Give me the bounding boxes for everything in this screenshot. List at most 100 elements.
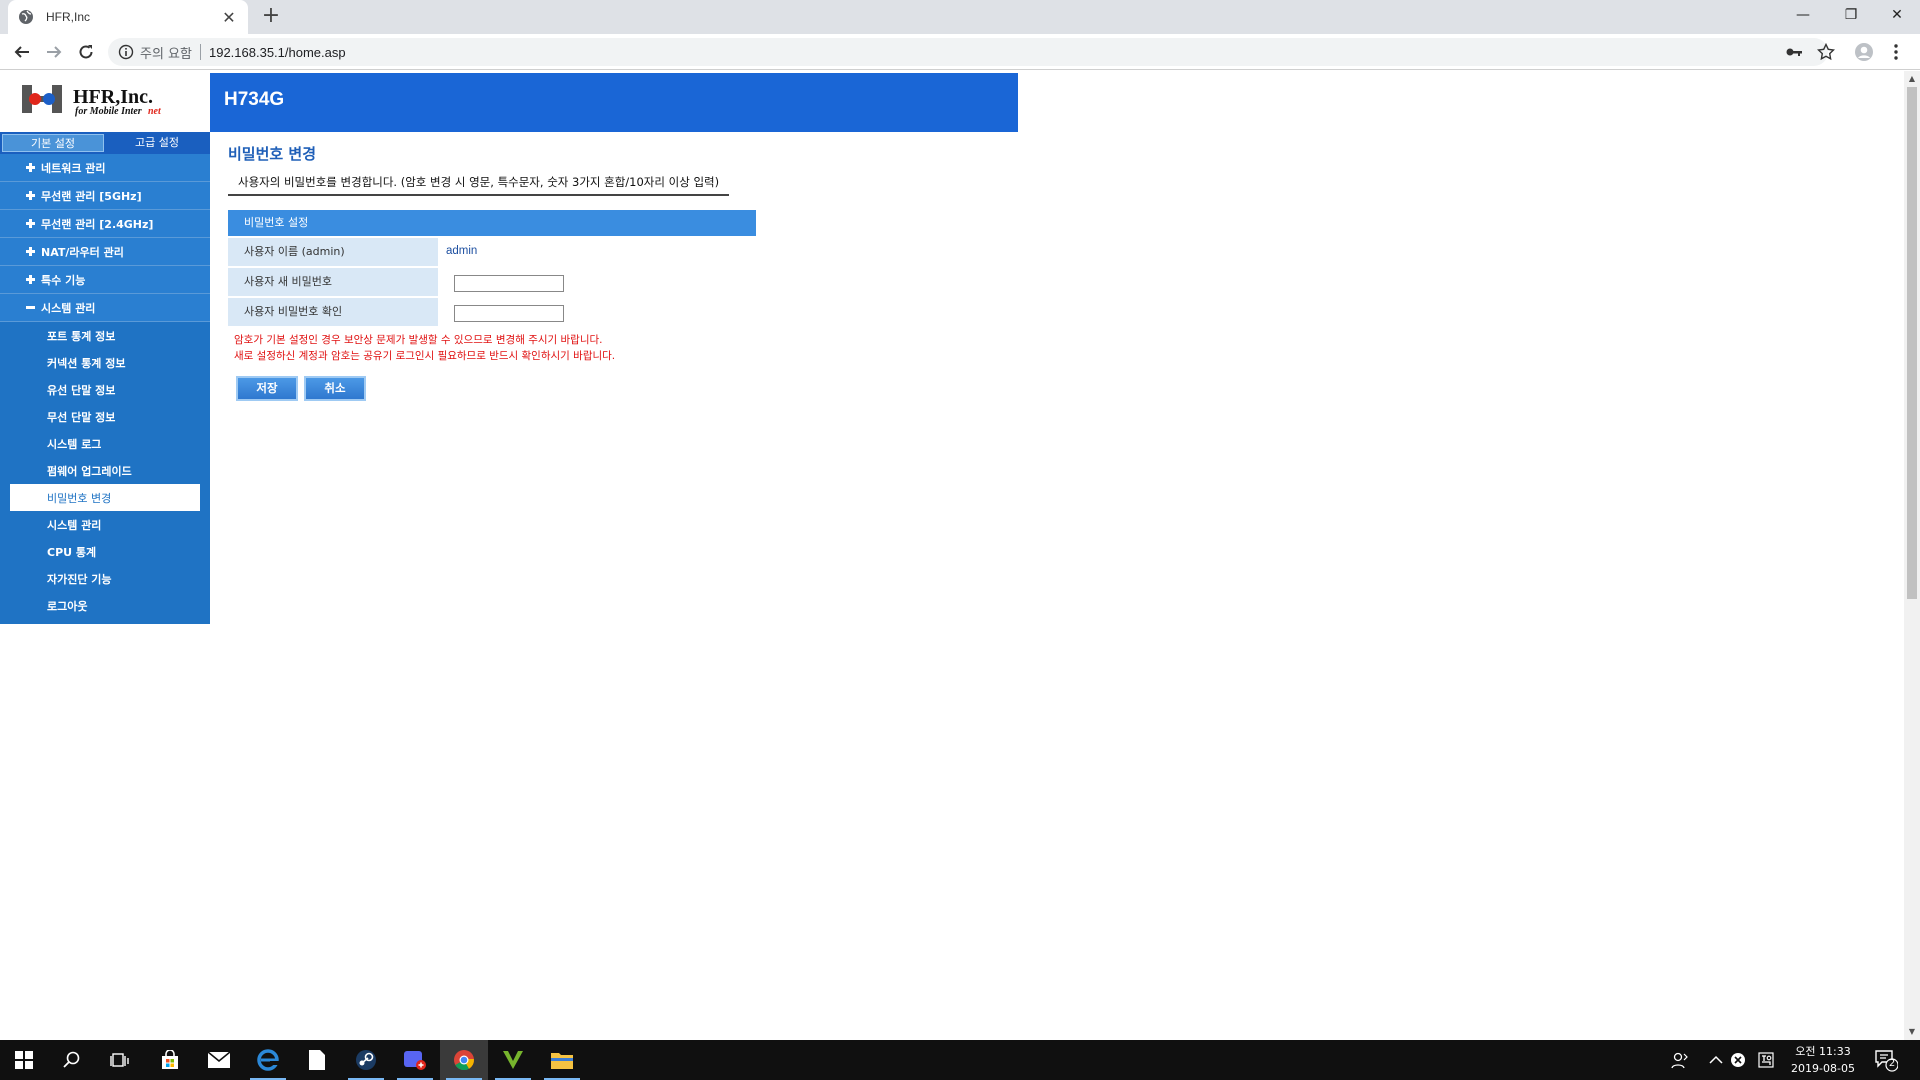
tray-chevron-up-icon[interactable] [1706,1050,1726,1070]
bookmark-star-icon[interactable] [1816,42,1836,62]
folder-icon [551,1053,573,1069]
store-bag-icon [162,1050,178,1069]
address-bar[interactable]: 주의 요함 192.168.35.1/home.asp [108,38,1828,66]
task-view-button[interactable] [96,1040,144,1080]
username-row: 사용자 이름 (admin) admin [228,238,756,266]
taskbar-file-explorer[interactable] [538,1040,586,1080]
network-disconnected-icon[interactable] [1728,1050,1748,1070]
minimize-button[interactable]: — [1780,0,1826,30]
edge-browser-icon [257,1049,279,1071]
start-button[interactable] [0,1040,48,1080]
warning-line-2: 새로 설정하신 계정과 암호는 공유기 로그인시 필요하므로 반드시 확인하시기… [234,350,616,362]
sidebar-subitem-self-diagnosis[interactable]: 자가진단 기능 [0,565,210,592]
forward-arrow-icon [47,46,62,58]
reload-button[interactable] [74,40,98,64]
scroll-down-icon[interactable]: ▼ [1904,1024,1920,1040]
forward-button[interactable] [42,40,66,64]
people-icon[interactable] [1670,1050,1690,1070]
taskbar-mail[interactable] [195,1040,243,1080]
new-tab-button[interactable]: + [258,4,284,30]
sidebar-subitem-connection-stats[interactable]: 커넥션 통계 정보 [0,349,210,376]
url-text[interactable]: 192.168.35.1/home.asp [209,45,346,60]
taskbar-steam[interactable] [342,1040,390,1080]
ime-language-icon[interactable] [1756,1050,1776,1070]
warning-line-1: 암호가 기본 설정인 경우 보안상 문제가 발생할 수 있으므로 변경해 주시기… [234,334,603,346]
taskbar-chrome[interactable] [440,1040,488,1080]
sidebar-subitem-system-log[interactable]: 시스템 로그 [0,430,210,457]
browser-tab[interactable]: HFR,Inc ✕ [8,0,248,34]
close-window-button[interactable]: ✕ [1874,0,1920,30]
sidebar-item-nat-router[interactable]: NAT/라우터 관리 [0,238,210,266]
expand-plus-icon [26,247,35,256]
sidebar-item-special-features[interactable]: 특수 기능 [0,266,210,294]
sidebar-item-label: 무선랜 관리 [5GHz] [41,189,142,203]
browser-tab-bar: HFR,Inc ✕ + — ❐ ✕ [0,0,1920,34]
taskbar-store[interactable] [146,1040,194,1080]
browser-toolbar: 주의 요함 192.168.35.1/home.asp [0,34,1920,70]
sidebar-subitem-cpu-stats[interactable]: CPU 통계 [0,538,210,565]
tab-advanced-settings[interactable]: 고급 설정 [106,134,208,152]
key-icon[interactable] [1784,42,1804,62]
v-app-icon [503,1051,523,1069]
sidebar-item-system-management[interactable]: 시스템 관리 [0,294,210,322]
taskbar-clock[interactable]: 오전 11:33 2019-08-05 [1778,1043,1868,1077]
windows-taskbar: 오전 11:33 2019-08-05 2 [0,1040,1920,1080]
username-value: admin [446,245,478,257]
action-center-icon[interactable]: 2 [1874,1048,1899,1072]
sidebar-subitem-wired-devices[interactable]: 유선 단말 정보 [0,376,210,403]
notification-count-badge: 2 [1888,1058,1896,1069]
security-warning-label[interactable]: 주의 요함 [140,43,192,62]
page-viewport: HFR,Inc. for Mobile Inter net H734G 기본 설… [0,71,1904,1040]
collapse-minus-icon [26,303,35,312]
sidebar-item-label: 네트워크 관리 [41,161,106,175]
confirm-password-input[interactable] [454,305,564,322]
profile-avatar-icon[interactable] [1854,42,1874,62]
info-icon[interactable] [118,44,134,60]
svg-text:HFR,Inc.: HFR,Inc. [73,86,153,108]
sidebar-subitem-wireless-devices[interactable]: 무선 단말 정보 [0,403,210,430]
tab-basic-settings[interactable]: 기본 설정 [2,134,104,152]
new-password-input[interactable] [454,275,564,292]
task-view-icon [110,1053,129,1067]
svg-text:net: net [148,106,162,117]
page-description: 사용자의 비밀번호를 변경합니다. (암호 변경 시 영문, 특수문자, 숫자 … [228,172,730,196]
sidebar-subitem-change-password[interactable]: 비밀번호 변경 [10,484,200,511]
scrollbar-thumb[interactable] [1907,87,1917,599]
sidebar-subitem-firmware-upgrade[interactable]: 펌웨어 업그레이드 [0,457,210,484]
search-button[interactable] [48,1040,96,1080]
taskbar-edge[interactable] [244,1040,292,1080]
taskbar-v-app[interactable] [489,1040,537,1080]
clock-time: 오전 11:33 [1795,1045,1851,1058]
menu-tab-strip: 기본 설정 고급 설정 [0,132,210,154]
sidebar-item-wlan-24ghz[interactable]: 무선랜 관리 [2.4GHz] [0,210,210,238]
sidebar-item-label: NAT/라우터 관리 [41,245,124,259]
taskbar-file[interactable] [293,1040,341,1080]
new-password-label: 사용자 새 비밀번호 [228,268,438,296]
taskbar-chat-app[interactable] [391,1040,439,1080]
tab-title: HFR,Inc [46,10,91,24]
sidebar-item-wlan-5ghz[interactable]: 무선랜 관리 [5GHz] [0,182,210,210]
restore-button[interactable]: ❐ [1828,0,1874,30]
more-menu-icon[interactable] [1886,42,1906,62]
expand-plus-icon [26,219,35,228]
sidebar-subitem-logout[interactable]: 로그아웃 [0,592,210,619]
sidebar-item-network[interactable]: 네트워크 관리 [0,154,210,182]
chat-app-icon [404,1051,426,1070]
scroll-up-icon[interactable]: ▲ [1904,71,1920,87]
tab-close-icon[interactable]: ✕ [220,8,238,27]
search-icon [63,1051,80,1068]
windows-logo-icon [15,1051,33,1069]
sidebar-item-label: 특수 기능 [41,273,86,287]
chrome-icon [454,1050,474,1071]
cancel-button[interactable]: 취소 [304,376,366,401]
sidebar-subitem-port-stats[interactable]: 포트 통계 정보 [0,322,210,349]
expand-plus-icon [26,275,35,284]
page-title: 비밀번호 변경 [228,145,317,163]
sidebar-subitem-system-admin[interactable]: 시스템 관리 [0,511,210,538]
svg-text:for Mobile Inter: for Mobile Inter [75,106,142,117]
clock-date: 2019-08-05 [1791,1062,1855,1075]
back-button[interactable] [10,40,34,64]
username-label: 사용자 이름 (admin) [228,238,438,266]
save-button[interactable]: 저장 [236,376,298,401]
vertical-scrollbar[interactable]: ▲ ▼ [1904,71,1920,1040]
